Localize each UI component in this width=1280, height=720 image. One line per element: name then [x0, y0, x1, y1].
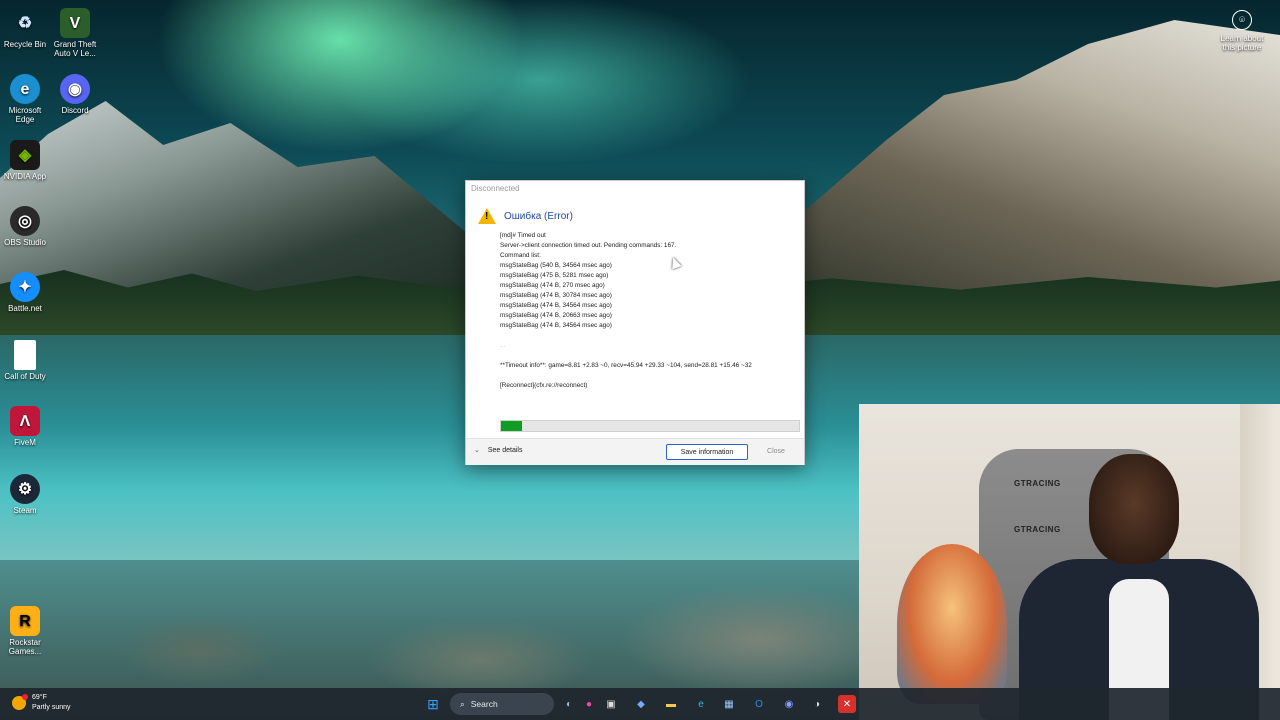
- desktop-icon-label: Recycle Bin: [3, 40, 47, 49]
- message-line: msgStateBag (474 B, 34564 msec ago): [500, 302, 612, 309]
- rockstar-icon: R: [10, 606, 40, 636]
- desktop-icon-edge[interactable]: e Microsoft Edge: [2, 74, 48, 124]
- desktop-icon-battlenet[interactable]: ✦ Battle.net: [2, 272, 48, 313]
- message-line: Server->client connection timed out. Pen…: [500, 242, 677, 249]
- weather-widget[interactable]: 69°F Partly sunny: [12, 693, 71, 713]
- fivem-icon: Λ: [10, 406, 40, 436]
- folder-icon[interactable]: ▬: [662, 695, 680, 713]
- taskbar-search[interactable]: ⌕ Search: [450, 693, 554, 715]
- desktop-icon-label: Discord: [61, 106, 89, 115]
- weather-temp: 69°F: [32, 694, 47, 701]
- learn-about-picture[interactable]: ⌾ Learn about this picture: [1214, 10, 1270, 52]
- obs-icon: ◎: [10, 206, 40, 236]
- weather-icon: [12, 694, 28, 710]
- timeout-info: **Timeout info**: game=8.81 +2.83 ~0, re…: [500, 362, 752, 369]
- message-line: [md]# Timed out: [500, 232, 546, 239]
- desktop-icon-steam[interactable]: ⚙ Steam: [2, 474, 48, 515]
- dialog-heading: Ошибка (Error): [504, 210, 573, 222]
- desktop-icon-label: Steam: [13, 506, 37, 515]
- close-button[interactable]: Close: [754, 444, 798, 458]
- desktop-icon-nvidia[interactable]: ◈ NVIDIA App: [2, 140, 48, 181]
- error-dialog: Disconnected ! Ошибка (Error) [md]# Time…: [465, 180, 805, 465]
- copilot-icon[interactable]: ◆: [632, 695, 650, 713]
- message-line: Command list:: [500, 252, 541, 259]
- progress-fill: [501, 421, 522, 431]
- app-taskbar-icon[interactable]: ◑: [808, 695, 826, 713]
- desktop-icon-label: FiveM: [14, 438, 36, 447]
- desktop-icon-rockstar[interactable]: R Rockstar Games...: [2, 606, 48, 656]
- edge-icon: e: [10, 74, 40, 104]
- dialog-title: Disconnected: [471, 184, 520, 193]
- head: [1089, 454, 1179, 564]
- webcam-overlay: GTRACING GTRACING: [859, 404, 1280, 720]
- desktop-icon-obs[interactable]: ◎ OBS Studio: [2, 206, 48, 247]
- camera-icon: ⌾: [1232, 10, 1252, 30]
- search-icon: ⌕: [460, 698, 465, 709]
- desktop-icon-call-of-duty[interactable]: Call of Duty: [2, 340, 48, 381]
- desktop-icon-gta-v[interactable]: V Grand Theft Auto V Le...: [52, 8, 98, 58]
- desktop-icon-label: OBS Studio: [4, 238, 46, 247]
- desktop-icon-fivem[interactable]: Λ FiveM: [2, 406, 48, 447]
- search-placeholder: Search: [470, 699, 498, 709]
- warning-icon: !: [478, 208, 496, 224]
- message-line: msgStateBag (474 B, 34564 msec ago): [500, 322, 612, 329]
- learn-about-label: Learn about this picture: [1220, 34, 1264, 52]
- nvidia-icon: ◈: [10, 140, 40, 170]
- taskbar: 69°F Partly sunny ⊞ ⌕ Search ◐ ● ▣ ◆ ▬ e…: [0, 688, 1280, 720]
- desktop-icon-label: Rockstar Games...: [8, 638, 42, 656]
- see-details-label: See details: [487, 447, 523, 454]
- discord-taskbar-icon[interactable]: ◉: [780, 695, 798, 713]
- message-line: msgStateBag (540 B, 34564 msec ago): [500, 262, 612, 269]
- desktop-icon-label: Call of Duty: [4, 372, 46, 381]
- fivem-taskbar-icon[interactable]: ✕: [838, 695, 856, 713]
- reconnect-link[interactable]: [Reconnect](cfx.re://reconnect): [500, 381, 796, 391]
- gta-v-icon: V: [60, 8, 90, 38]
- copilot-app-icon[interactable]: ●: [580, 695, 598, 713]
- message-line: msgStateBag (474 B, 30784 msec ago): [500, 292, 612, 299]
- desktop-icon-recycle-bin[interactable]: ♻ Recycle Bin: [2, 8, 48, 49]
- weather-desc: Partly sunny: [32, 704, 71, 711]
- chevron-down-icon: ⌄: [474, 447, 480, 454]
- streamer: [999, 449, 1259, 720]
- message-line: msgStateBag (474 B, 270 msec ago): [500, 282, 605, 289]
- outlook-icon[interactable]: O: [750, 695, 768, 713]
- store-icon[interactable]: ▦: [720, 695, 738, 713]
- desktop-icon-label: Microsoft Edge: [8, 106, 42, 124]
- discord-icon: ◉: [60, 74, 90, 104]
- desktop-icon-label: Battle.net: [8, 304, 42, 313]
- edge-taskbar-icon[interactable]: e: [692, 695, 710, 713]
- desktop-icon-label: NVIDIA App: [3, 172, 47, 181]
- task-view-icon[interactable]: ▣: [602, 695, 620, 713]
- widgets-icon[interactable]: ◐: [560, 695, 578, 713]
- message-line: msgStateBag (474 B, 20663 msec ago): [500, 312, 612, 319]
- message-ellipsis: ...: [500, 342, 506, 349]
- start-icon[interactable]: ⊞: [424, 695, 442, 713]
- desktop-icon-label: Grand Theft Auto V Le...: [53, 40, 97, 58]
- dialog-footer: ⌄ See details Save information Close: [466, 438, 804, 465]
- lamp: [897, 544, 1007, 704]
- see-details-toggle[interactable]: ⌄ See details: [474, 446, 522, 454]
- error-message: [md]# Timed out Server->client connectio…: [500, 231, 796, 391]
- recycle-bin-icon: ♻: [17, 14, 33, 32]
- battlenet-icon: ✦: [10, 272, 40, 302]
- save-information-button[interactable]: Save information: [666, 444, 748, 460]
- message-line: msgStateBag (475 B, 5281 msec ago): [500, 272, 609, 279]
- file-icon: [14, 340, 36, 370]
- progress-bar: [500, 420, 800, 432]
- steam-icon: ⚙: [10, 474, 40, 504]
- desktop-icon-discord[interactable]: ◉ Discord: [52, 74, 98, 115]
